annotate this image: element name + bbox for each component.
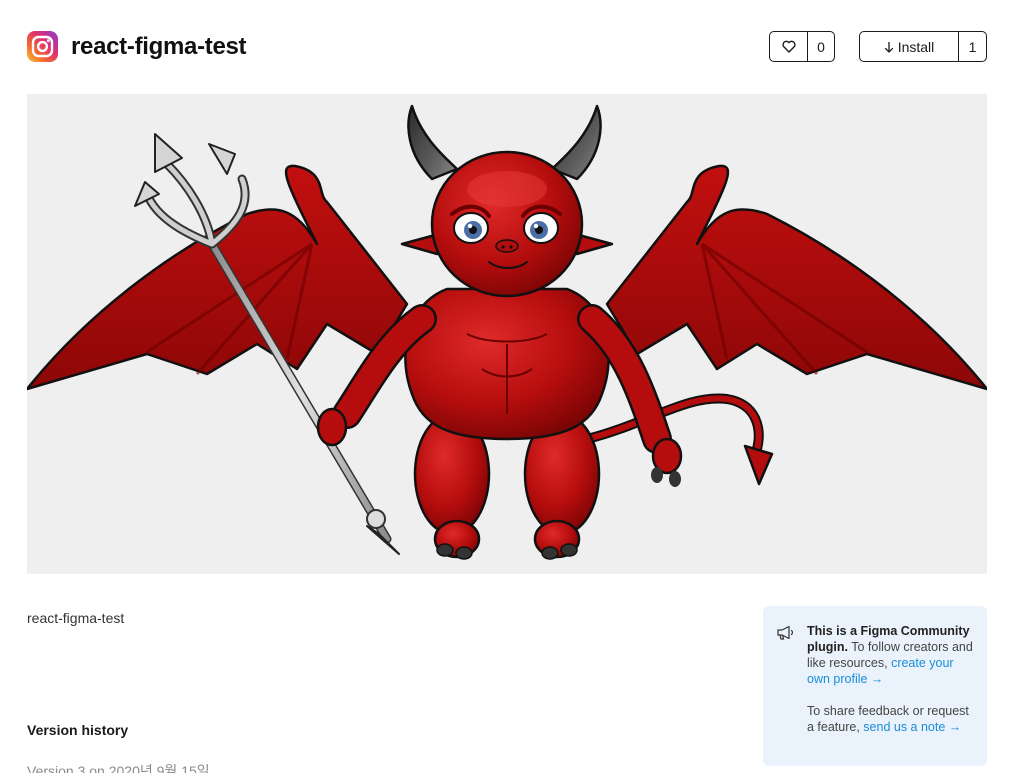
version-history-title: Version history — [27, 722, 129, 738]
plugin-description: react-figma-test — [27, 610, 125, 626]
instagram-logo-icon — [27, 31, 58, 62]
install-button-group[interactable]: Install 1 — [859, 31, 987, 62]
page-header: react-figma-test — [27, 30, 987, 64]
arrow-down-icon — [884, 41, 893, 53]
page-title: react-figma-test — [71, 33, 247, 60]
like-count: 0 — [817, 38, 825, 55]
like-button[interactable] — [770, 32, 808, 61]
notice-paragraph-2: To share feedback or request a feature, … — [807, 703, 977, 735]
like-button-group[interactable]: 0 — [769, 31, 835, 62]
install-count: 1 — [968, 38, 977, 55]
install-label: Install — [897, 38, 935, 55]
megaphone-icon — [777, 625, 794, 640]
install-button[interactable]: Install — [860, 32, 959, 61]
send-note-link[interactable]: send us a note → — [863, 720, 961, 734]
version-history-entry: Version 3 on 2020년 9월 15일 — [27, 763, 210, 773]
devil-illustration — [27, 104, 987, 560]
hero-image — [27, 94, 987, 574]
notice-paragraph-1: This is a Figma Community plugin. To fol… — [807, 623, 977, 687]
community-notice: This is a Figma Community plugin. To fol… — [763, 606, 987, 766]
heart-icon — [781, 40, 796, 53]
